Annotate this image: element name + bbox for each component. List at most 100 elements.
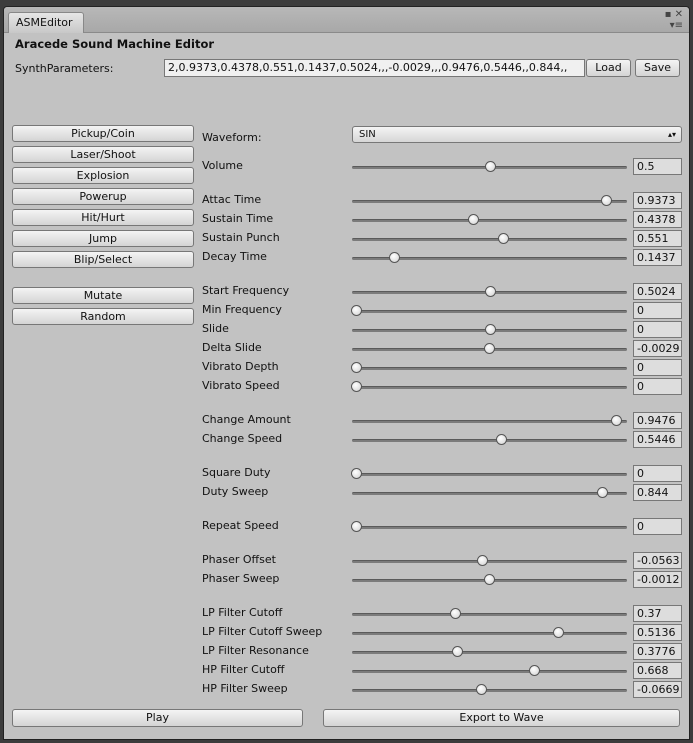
mutate-button[interactable]: Mutate	[12, 287, 194, 304]
preset-button-jump[interactable]: Jump	[12, 230, 194, 247]
slider-thumb[interactable]	[351, 381, 362, 392]
param-slider[interactable]	[352, 670, 627, 673]
param-value-field[interactable]: 0	[633, 378, 682, 395]
maximize-icon[interactable]: ▪	[665, 9, 672, 20]
param-value-field[interactable]: 0.5024	[633, 283, 682, 300]
slider-thumb[interactable]	[451, 646, 463, 657]
param-value-field[interactable]: -0.0563	[633, 552, 682, 569]
param-label: Decay Time	[202, 250, 267, 263]
slider-thumb[interactable]	[611, 415, 622, 426]
preset-button-blip-select[interactable]: Blip/Select	[12, 251, 194, 268]
param-slider[interactable]	[352, 560, 627, 563]
random-button[interactable]: Random	[12, 308, 194, 325]
slider-thumb[interactable]	[597, 487, 609, 498]
param-row: Delta Slide -0.0029	[202, 339, 684, 358]
save-button[interactable]: Save	[635, 59, 680, 77]
param-value-field[interactable]: 0.844	[633, 484, 682, 501]
param-value-field[interactable]: 0	[633, 465, 682, 482]
slider-thumb[interactable]	[553, 627, 565, 638]
param-slider[interactable]	[352, 632, 627, 635]
slider-thumb[interactable]	[484, 161, 496, 172]
param-row: Vibrato Depth 0	[202, 358, 684, 377]
param-label: Attac Time	[202, 193, 262, 206]
param-slider[interactable]	[352, 473, 627, 476]
param-value-field[interactable]: 0.9373	[633, 192, 682, 209]
close-icon[interactable]: ✕	[675, 9, 683, 20]
slider-thumb[interactable]	[351, 468, 362, 479]
param-value-field[interactable]: 0.4378	[633, 211, 682, 228]
preset-button-explosion[interactable]: Explosion	[12, 167, 194, 184]
param-row: LP Filter Resonance 0.3776	[202, 642, 684, 661]
param-value-field[interactable]: 0	[633, 321, 682, 338]
param-slider[interactable]	[352, 439, 627, 442]
param-label: Duty Sweep	[202, 485, 269, 498]
param-label: LP Filter Cutoff	[202, 606, 283, 619]
param-row: Vibrato Speed 0	[202, 377, 684, 396]
play-button[interactable]: Play	[12, 709, 303, 727]
param-slider[interactable]	[352, 200, 627, 203]
waveform-dropdown[interactable]: SIN ▴▾	[352, 126, 682, 143]
param-row: Duty Sweep 0.844	[202, 483, 684, 502]
window-controls: ▪ ✕ ▾≡	[665, 9, 683, 31]
param-row: Square Duty 0	[202, 464, 684, 483]
preset-button-pickup-coin[interactable]: Pickup/Coin	[12, 125, 194, 142]
param-slider[interactable]	[352, 651, 627, 654]
tab-asmeditor[interactable]: ASMEditor	[8, 12, 84, 33]
param-value-field[interactable]: -0.0029	[633, 340, 682, 357]
load-button[interactable]: Load	[586, 59, 631, 77]
param-slider[interactable]	[352, 689, 627, 692]
param-value-field[interactable]: 0.551	[633, 230, 682, 247]
synth-parameters-input[interactable]: 2,0.9373,0.4378,0.551,0.1437,0.5024,,,-0…	[164, 59, 585, 77]
param-value-field[interactable]: -0.0669	[633, 681, 682, 698]
param-slider[interactable]	[352, 492, 627, 495]
param-slider[interactable]	[352, 386, 627, 389]
slider-thumb[interactable]	[484, 324, 496, 335]
preset-button-hit-hurt[interactable]: Hit/Hurt	[12, 209, 194, 226]
param-slider[interactable]	[352, 420, 627, 423]
slider-thumb[interactable]	[484, 343, 496, 354]
param-label: Vibrato Speed	[202, 379, 280, 392]
param-slider[interactable]	[352, 613, 627, 616]
param-slider[interactable]	[352, 238, 627, 241]
param-value-field[interactable]: -0.0012	[633, 571, 682, 588]
slider-thumb[interactable]	[467, 214, 479, 225]
param-slider[interactable]	[352, 526, 627, 529]
slider-thumb[interactable]	[351, 362, 362, 373]
param-value-field[interactable]: 0.5136	[633, 624, 682, 641]
slider-thumb[interactable]	[601, 195, 613, 206]
slider-thumb[interactable]	[476, 555, 488, 566]
param-slider[interactable]	[352, 219, 627, 222]
export-wave-button[interactable]: Export to Wave	[323, 709, 680, 727]
slider-thumb[interactable]	[449, 608, 461, 619]
param-label: Volume	[202, 159, 243, 172]
param-value-field[interactable]: 0	[633, 359, 682, 376]
param-slider[interactable]	[352, 310, 627, 313]
param-value-field[interactable]: 0.3776	[633, 643, 682, 660]
param-value-field[interactable]: 0.1437	[633, 249, 682, 266]
param-slider[interactable]	[352, 367, 627, 370]
slider-thumb[interactable]	[498, 233, 510, 244]
param-value-field[interactable]: 0.37	[633, 605, 682, 622]
param-value-field[interactable]: 0	[633, 302, 682, 319]
param-value-field[interactable]: 0.9476	[633, 412, 682, 429]
slider-thumb[interactable]	[351, 305, 362, 316]
preset-button-powerup[interactable]: Powerup	[12, 188, 194, 205]
tab-strip: ASMEditor ▪ ✕ ▾≡	[4, 7, 689, 33]
param-label: Vibrato Depth	[202, 360, 279, 373]
param-value-field[interactable]: 0.5	[633, 158, 682, 175]
menu-icon[interactable]: ▾≡	[670, 20, 683, 31]
param-value-field[interactable]: 0	[633, 518, 682, 535]
slider-thumb[interactable]	[496, 434, 508, 445]
waveform-label: Waveform:	[202, 131, 262, 144]
param-value-field[interactable]: 0.668	[633, 662, 682, 679]
slider-thumb[interactable]	[529, 665, 541, 676]
slider-thumb[interactable]	[389, 252, 401, 263]
slider-thumb[interactable]	[351, 521, 362, 532]
param-label: Sustain Time	[202, 212, 274, 225]
slider-thumb[interactable]	[485, 286, 497, 297]
param-value-field[interactable]: 0.5446	[633, 431, 682, 448]
slider-thumb[interactable]	[484, 574, 496, 585]
slider-thumb[interactable]	[475, 684, 487, 695]
param-label: Sustain Punch	[202, 231, 280, 244]
preset-button-laser-shoot[interactable]: Laser/Shoot	[12, 146, 194, 163]
